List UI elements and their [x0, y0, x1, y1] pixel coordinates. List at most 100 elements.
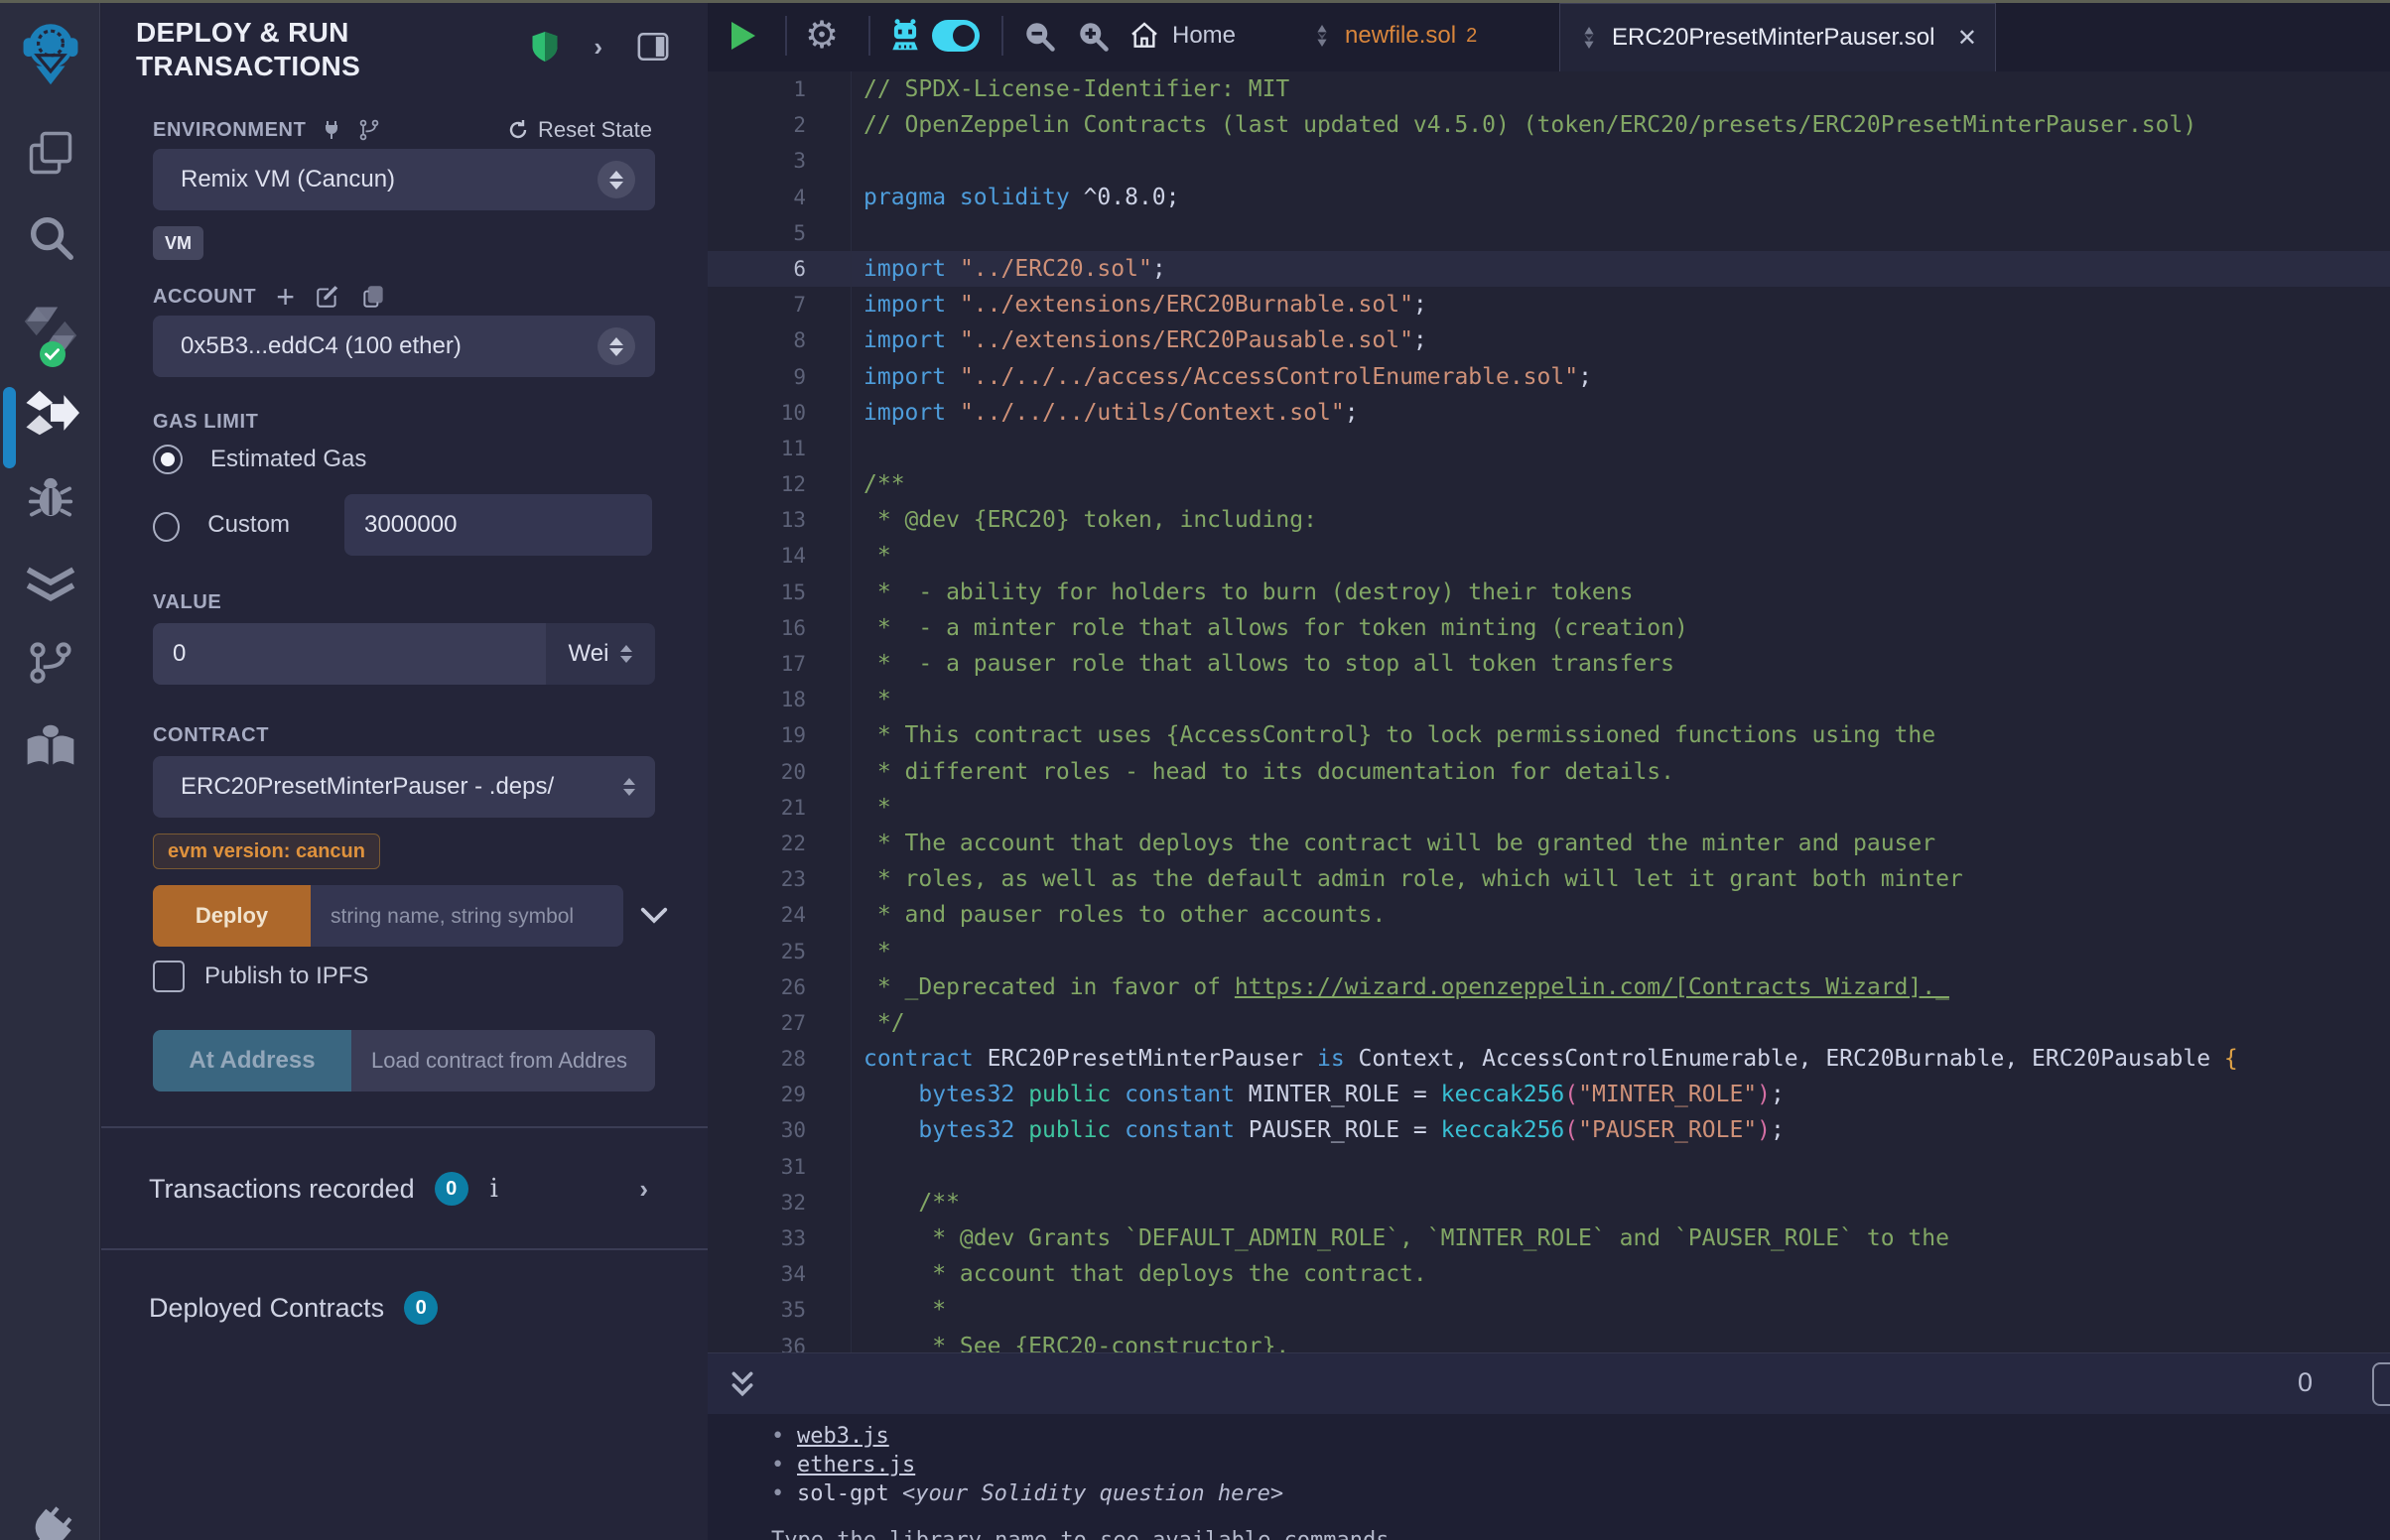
constructor-args-input[interactable]: [311, 885, 623, 947]
terminal-header[interactable]: 0: [708, 1352, 2390, 1414]
remix-logo[interactable]: [0, 18, 100, 87]
deploy-run-icon[interactable]: [0, 385, 100, 441]
copy-account-icon[interactable]: [360, 284, 386, 310]
code-line[interactable]: 18 *: [708, 682, 2390, 717]
editor-area: ⚙: [708, 0, 2390, 1540]
debugger-icon[interactable]: [0, 470, 100, 524]
tab-home[interactable]: Home: [1129, 0, 1236, 71]
script-config-button[interactable]: ⚙: [805, 0, 839, 71]
code-line[interactable]: 2// OpenZeppelin Contracts (last updated…: [708, 107, 2390, 143]
code-line[interactable]: 15 * - ability for holders to burn (dest…: [708, 575, 2390, 610]
tab-newfile-label: newfile.sol: [1345, 22, 1456, 50]
code-line[interactable]: 1// SPDX-License-Identifier: MIT: [708, 71, 2390, 107]
deploy-button[interactable]: Deploy: [153, 885, 311, 947]
info-icon[interactable]: i: [490, 1174, 498, 1204]
contract-select[interactable]: ERC20PresetMinterPauser - .deps/: [153, 756, 655, 818]
tab-erc20presetminterpauser[interactable]: ERC20PresetMinterPauser.sol ✕: [1559, 3, 1996, 71]
code-line[interactable]: 36 * See {ERC20-constructor}.: [708, 1329, 2390, 1352]
expand-terminal-icon[interactable]: [728, 1369, 757, 1401]
code-line[interactable]: 24 * and pauser roles to other accounts.: [708, 897, 2390, 933]
code-line[interactable]: 28contract ERC20PresetMinterPauser is Co…: [708, 1041, 2390, 1077]
code-line[interactable]: 3: [708, 143, 2390, 179]
code-line[interactable]: 32 /**: [708, 1185, 2390, 1220]
code-line[interactable]: 27 */: [708, 1005, 2390, 1041]
value-unit-select[interactable]: Wei: [546, 623, 655, 685]
zoom-in-button[interactable]: [1075, 0, 1111, 71]
code-line[interactable]: 34 * account that deploys the contract.: [708, 1256, 2390, 1292]
run-script-button[interactable]: [731, 0, 755, 71]
code-line[interactable]: 5: [708, 215, 2390, 251]
publish-ipfs-label: Publish to IPFS: [204, 962, 368, 990]
terminal: 0 •web3.js•ethers.js • sol-gpt <your Sol…: [708, 1352, 2390, 1540]
terminal-link[interactable]: web3.js: [797, 1422, 889, 1451]
close-tab-icon[interactable]: ✕: [1957, 24, 1977, 53]
code-line[interactable]: 25 *: [708, 934, 2390, 969]
expand-constructor-icon[interactable]: [639, 906, 669, 926]
file-explorer-icon[interactable]: [0, 127, 100, 179]
code-line[interactable]: 10import "../../../utils/Context.sol";: [708, 395, 2390, 431]
section-divider: [101, 1248, 708, 1250]
publish-ipfs-checkbox[interactable]: [153, 961, 185, 992]
code-line[interactable]: 17 * - a pauser role that allows to stop…: [708, 646, 2390, 682]
ai-copilot-toggle[interactable]: [932, 0, 980, 71]
at-address-button[interactable]: At Address: [153, 1030, 351, 1091]
code-line[interactable]: 14 *: [708, 538, 2390, 574]
code-line[interactable]: 9import "../../../access/AccessControlEn…: [708, 359, 2390, 395]
learneth-icon[interactable]: [0, 720, 100, 772]
custom-gas-radio[interactable]: [153, 512, 180, 542]
code-line[interactable]: 26 * _Deprecated in favor of https://wiz…: [708, 969, 2390, 1005]
value-input[interactable]: [153, 623, 546, 685]
at-address-input[interactable]: [351, 1030, 655, 1091]
transactions-recorded-label: Transactions recorded: [149, 1174, 415, 1205]
code-line[interactable]: 22 * The account that deploys the contra…: [708, 826, 2390, 861]
pin-panel-icon[interactable]: [636, 31, 670, 63]
unit-testing-icon[interactable]: [0, 558, 100, 609]
environment-select[interactable]: Remix VM (Cancun): [153, 149, 655, 210]
add-account-icon[interactable]: +: [276, 287, 295, 307]
shield-icon[interactable]: [530, 30, 560, 64]
value-unit: Wei: [569, 640, 609, 668]
reset-icon: [506, 118, 530, 142]
code-line[interactable]: 4pragma solidity ^0.8.0;: [708, 180, 2390, 215]
solidity-compiler-icon[interactable]: [0, 298, 100, 359]
zoom-out-button[interactable]: [1021, 0, 1057, 71]
ai-copilot-button[interactable]: [886, 0, 924, 71]
collapse-panel-icon[interactable]: ›: [594, 32, 602, 63]
code-line[interactable]: 20 * different roles - head to its docum…: [708, 754, 2390, 790]
code-line[interactable]: 16 * - a minter role that allows for tok…: [708, 610, 2390, 646]
estimated-gas-radio[interactable]: [153, 445, 183, 474]
expand-transactions-icon[interactable]: ›: [639, 1174, 648, 1205]
code-line[interactable]: 23 * roles, as well as the default admin…: [708, 861, 2390, 897]
code-line[interactable]: 11: [708, 431, 2390, 466]
code-line[interactable]: 35 *: [708, 1292, 2390, 1328]
code-line[interactable]: 12/**: [708, 466, 2390, 502]
code-line[interactable]: 19 * This contract uses {AccessControl} …: [708, 717, 2390, 753]
code-line[interactable]: 33 * @dev Grants `DEFAULT_ADMIN_ROLE`, `…: [708, 1220, 2390, 1256]
code-line[interactable]: 8import "../extensions/ERC20Pausable.sol…: [708, 322, 2390, 358]
reset-state-button[interactable]: Reset State: [506, 117, 652, 143]
terminal-search-box[interactable]: [2372, 1362, 2390, 1406]
code-line[interactable]: 31: [708, 1149, 2390, 1185]
compile-success-badge: [40, 341, 66, 367]
code-editor[interactable]: 1// SPDX-License-Identifier: MIT2// Open…: [708, 71, 2390, 1352]
terminal-link[interactable]: ethers.js: [797, 1451, 915, 1479]
deployed-contracts-section[interactable]: Deployed Contracts 0: [149, 1278, 648, 1338]
custom-gas-input[interactable]: [344, 494, 652, 556]
code-line[interactable]: 30 bytes32 public constant PAUSER_ROLE =…: [708, 1112, 2390, 1148]
code-line[interactable]: 7import "../extensions/ERC20Burnable.sol…: [708, 287, 2390, 322]
custom-gas-label: Custom: [207, 511, 319, 539]
plug-icon[interactable]: [320, 118, 343, 142]
code-line[interactable]: 13 * @dev {ERC20} token, including:: [708, 502, 2390, 538]
edit-account-icon[interactable]: [315, 284, 340, 310]
transactions-recorded-section[interactable]: Transactions recorded 0 i ›: [149, 1159, 648, 1219]
code-line[interactable]: 21 *: [708, 790, 2390, 826]
code-line[interactable]: 29 bytes32 public constant MINTER_ROLE =…: [708, 1077, 2390, 1112]
code-line[interactable]: 6import "../ERC20.sol";: [708, 251, 2390, 287]
plugin-icon[interactable]: [0, 1504, 100, 1540]
fork-environment-icon[interactable]: [357, 118, 381, 142]
git-icon[interactable]: [0, 637, 100, 689]
tab-newfile[interactable]: newfile.sol 2: [1311, 0, 1477, 71]
search-icon[interactable]: [0, 210, 100, 264]
account-select[interactable]: 0x5B3...eddC4 (100 ether): [153, 316, 655, 377]
evm-version-badge: evm version: cancun: [153, 834, 380, 869]
